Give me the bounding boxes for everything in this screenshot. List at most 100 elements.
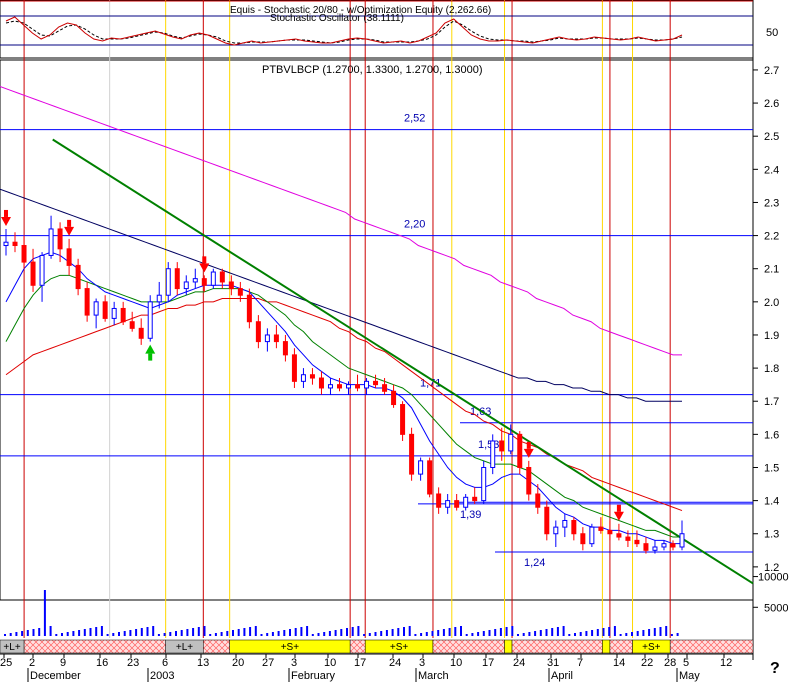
price-tick-9: 1.8 [764,363,779,375]
volume-bar-36 [209,634,212,636]
day-tick-9: 3 [291,657,297,669]
volume-bar-43 [249,627,252,636]
signal-band-3 [203,639,230,654]
candle-body-17 [156,294,162,303]
price-title: PTBVLBCP (1.2700, 1.3300, 1.2700, 1.3000… [262,64,483,76]
price-tick-10: 1.7 [764,396,779,408]
sell-arrow-stem-5 [616,504,621,512]
volume-bar-103 [591,630,594,636]
volume-bar-4 [26,630,29,636]
candle-body-60 [544,506,550,535]
volume-bar-46 [266,633,269,636]
candle-body-43 [391,390,397,406]
day-tick-11: 17 [354,657,366,669]
price-tick-12: 1.5 [764,462,779,474]
candle-body-63 [571,519,577,535]
day-tick-21: 28 [664,657,676,669]
help-mark[interactable]: ? [770,660,780,677]
price-tick-3: 2.4 [764,164,779,176]
day-tick-1: 2 [29,657,35,669]
volume-bar-91 [522,633,525,636]
volume-bar-24 [140,628,143,636]
candle-body-38 [346,384,352,389]
volume-bar-88 [505,627,508,636]
candle-body-75 [679,533,685,548]
volume-bar-19 [112,633,115,636]
candle-body-45 [409,433,415,475]
volume-bar-80 [460,626,462,636]
signal-band-9 [511,639,603,654]
volume-bar-107 [613,626,616,636]
candle-body-67 [607,529,613,535]
volume-bar-45 [260,634,263,636]
volume-bar-75 [431,631,434,636]
chart-canvas: 2,522,201,711,631,531,391,24 +L++L++S++S… [0,0,789,682]
candle-body-30 [273,334,279,343]
candle-body-59 [535,493,541,508]
candle-body-46 [418,460,424,475]
candle-body-47 [427,460,433,495]
volume-bar-64 [368,633,371,636]
volume-bar-96 [551,628,554,636]
volume-bar-58 [334,630,337,636]
candle-body-57 [517,433,523,468]
volume-bar-42 [243,628,246,636]
volume-bar-102 [585,631,588,636]
month-label-1: 2003 [150,670,174,682]
candle-body-3 [30,261,36,286]
volume-bar-73 [420,633,423,636]
day-tick-10: 10 [324,657,336,669]
price-tick-2: 2.5 [764,131,779,143]
day-tick-5: 6 [162,657,168,669]
candle-body-25 [228,281,234,290]
volume-bar-27 [157,634,160,636]
volume-bar-108 [619,634,622,636]
month-label-3: March [418,670,449,682]
candle-body-70 [634,539,640,545]
candle-body-9 [84,288,90,316]
volume-bar-115 [659,627,662,636]
candle-body-28 [255,321,261,343]
candle-body-26 [237,288,243,296]
volume-bar-81 [465,634,468,636]
candle-body-18 [165,268,171,296]
level-label-1: 2,20 [404,219,425,231]
price-tick-1: 2.6 [764,98,779,110]
volume-bar-59 [340,629,343,636]
volume-tick-0: 10000 [758,572,789,584]
day-tick-8: 27 [262,657,274,669]
candle-body-20 [183,281,189,290]
volume-bar-113 [648,629,651,636]
day-tick-13: 3 [419,657,425,669]
volume-bar-16 [95,627,98,636]
candle-body-15 [138,327,144,339]
candle-body-71 [643,543,649,551]
volume-bar-55 [317,633,320,636]
volume-bar-50 [289,629,291,636]
volume-bar-72 [414,634,417,636]
volume-bar-48 [277,631,280,636]
volume-bar-6 [38,628,41,636]
volume-bar-114 [653,628,656,636]
volume-bar-0 [4,634,6,636]
volume-bar-28 [163,633,166,636]
candle-body-35 [318,377,324,389]
candle-body-72 [652,546,658,551]
candle-16 [147,295,153,342]
price-tick-6: 2.1 [764,264,779,276]
price-tick-8: 1.9 [764,330,779,342]
level-label-4: 1,53 [478,439,499,451]
volume-bar-95 [545,629,548,636]
day-tick-0: 25 [0,657,12,669]
candle-body-24 [219,271,225,283]
volume-bar-87 [499,628,502,636]
candle-body-29 [264,334,270,343]
candle-body-41 [373,380,379,386]
candle-body-1 [12,241,18,247]
month-label-5: May [679,670,700,682]
price-tick-13: 1.4 [764,496,779,508]
day-tick-4: 23 [127,657,139,669]
volume-bar-8 [49,626,52,636]
volume-bar-12 [72,631,75,636]
volume-bar-104 [596,629,599,636]
